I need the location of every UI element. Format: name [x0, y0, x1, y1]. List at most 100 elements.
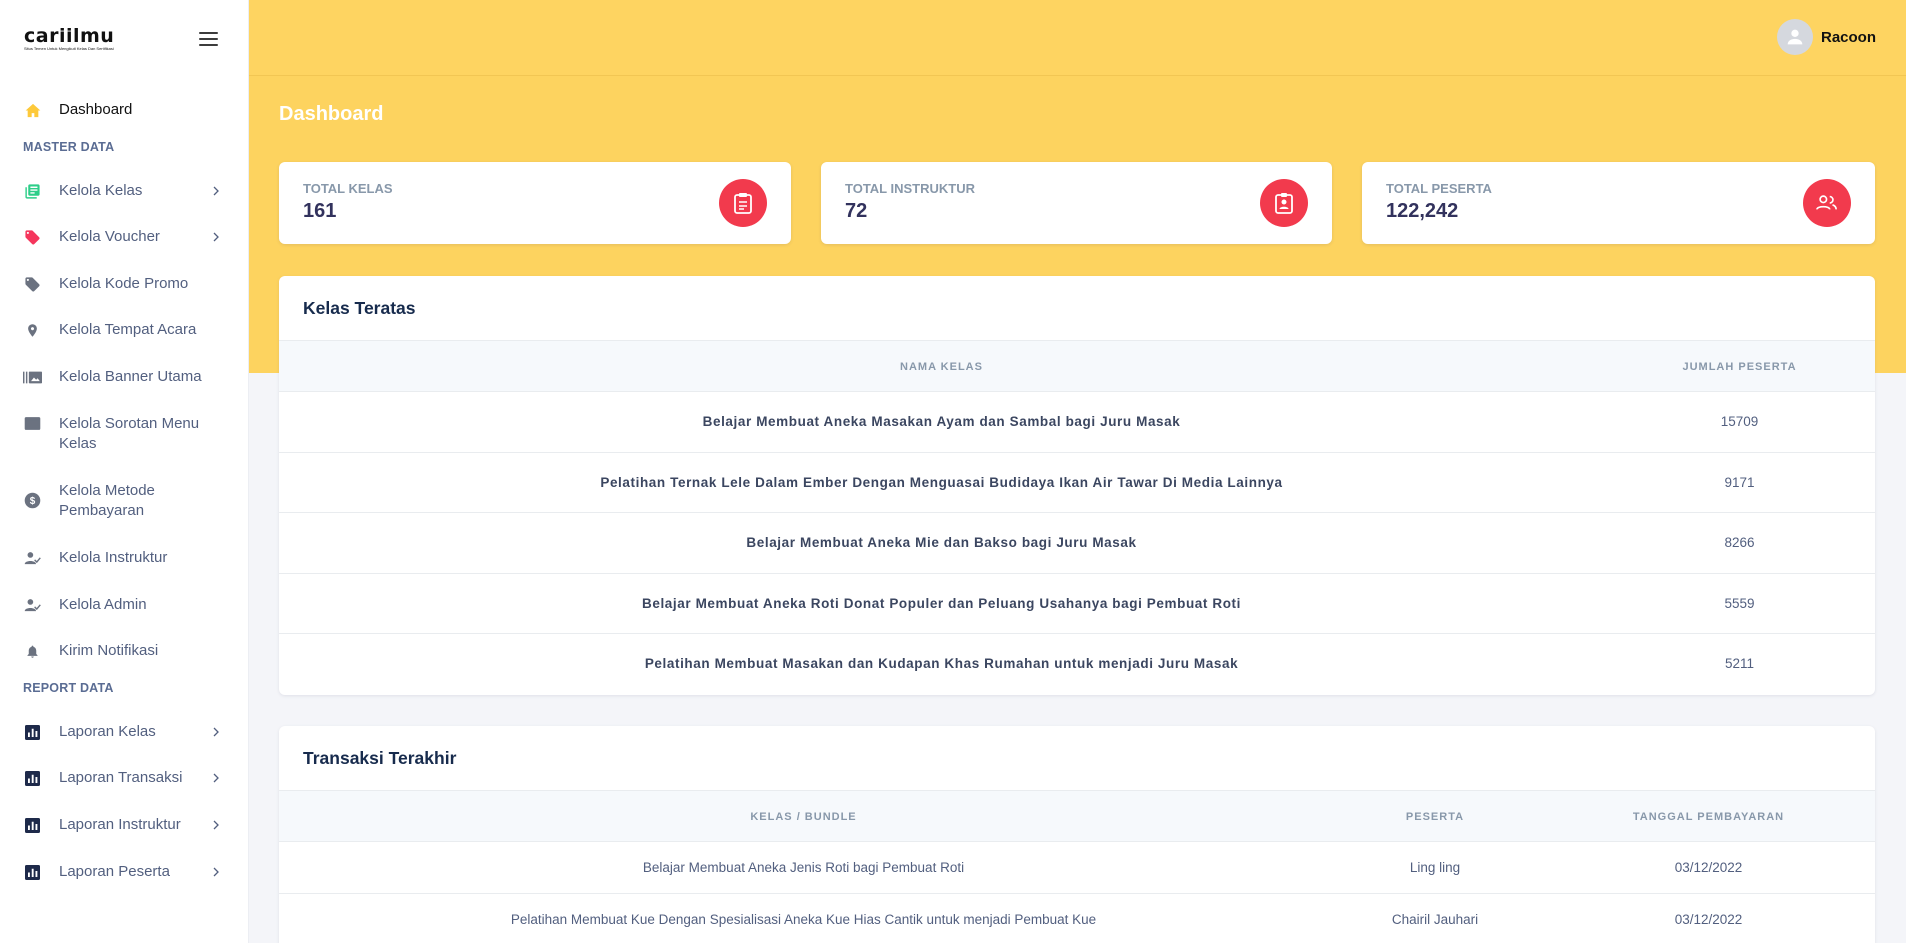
column-header: NAMA KELAS — [900, 361, 983, 373]
sidebar-item-kelola-instruktur[interactable]: Kelola Instruktur — [0, 548, 249, 568]
table-header: KELAS / BUNDLE PESERTA TANGGAL PEMBAYARA… — [279, 790, 1875, 842]
stat-value: 161 — [303, 200, 337, 222]
sidebar-item-kelola-kode-promo[interactable]: Kelola Kode Promo — [0, 274, 249, 294]
participant-count: 5559 — [1724, 596, 1755, 611]
user-icon — [1787, 29, 1803, 45]
sidebar-item-label: Kelola Sorotan Menu Kelas — [59, 415, 200, 452]
sidebar-item-laporan-kelas[interactable]: Laporan Kelas — [0, 722, 249, 742]
table-row[interactable]: Pelatihan Membuat Masakan dan Kudapan Kh… — [279, 634, 1875, 695]
sidebar-item-kelola-voucher[interactable]: Kelola Voucher — [0, 227, 249, 247]
location-pin-icon — [23, 321, 42, 340]
home-icon — [23, 101, 42, 120]
sidebar: cariilmu Situs Temen Untuk Mengikuti Kel… — [0, 0, 249, 943]
participant-name: Ling ling — [1409, 860, 1461, 875]
sidebar-item-label: Kelola Admin — [59, 596, 147, 613]
section-title-master: MASTER DATA — [23, 140, 115, 154]
brand-name: cariilmu — [24, 25, 115, 47]
sidebar-item-label: Kirim Notifikasi — [59, 642, 159, 659]
participant-count: 5211 — [1724, 656, 1755, 671]
class-name: Pelatihan Membuat Masakan dan Kudapan Kh… — [644, 656, 1239, 671]
bell-icon — [23, 642, 42, 661]
chevron-right-icon — [213, 867, 219, 877]
table-row[interactable]: Pelatihan Ternak Lele Dalam Ember Dengan… — [279, 453, 1875, 513]
sidebar-item-label: Kelola Tempat Acara — [59, 321, 197, 338]
users-icon — [1803, 179, 1851, 227]
chart-icon — [23, 863, 42, 882]
sidebar-item-kirim-notifikasi[interactable]: Kirim Notifikasi — [0, 641, 249, 661]
stat-label: TOTAL PESERTA — [1386, 181, 1492, 196]
sidebar-item-label: Kelola Kode Promo — [59, 275, 189, 292]
chevron-right-icon — [213, 727, 219, 737]
sidebar-item-label: Kelola Kelas — [59, 182, 143, 199]
stat-card-total-peserta: TOTAL PESERTA 122,242 — [1362, 162, 1875, 244]
chevron-right-icon — [213, 773, 219, 783]
clipboard-icon — [719, 179, 767, 227]
chart-icon — [23, 723, 42, 742]
sidebar-item-kelola-metode-pembayaran[interactable]: $ Kelola Metode Pembayaran — [0, 481, 249, 521]
book-icon — [23, 182, 42, 201]
sidebar-item-dashboard[interactable]: Dashboard — [0, 100, 249, 120]
table-row[interactable]: Pelatihan Membuat Kue Dengan Spesialisas… — [279, 894, 1875, 943]
tag-icon — [23, 228, 42, 247]
card-title: Kelas Teratas — [303, 298, 416, 318]
class-bundle-name: Belajar Membuat Aneka Jenis Roti bagi Pe… — [642, 860, 965, 875]
sidebar-item-label: Kelola Banner Utama — [59, 368, 202, 385]
stat-label: TOTAL KELAS — [303, 181, 393, 196]
sidebar-item-kelola-kelas[interactable]: Kelola Kelas — [0, 181, 249, 201]
section-title-report: REPORT DATA — [23, 681, 114, 695]
dollar-icon: $ — [23, 491, 42, 510]
sidebar-item-label: Laporan Peserta — [59, 863, 170, 880]
participant-count: 15709 — [1720, 414, 1759, 429]
card-title: Transaksi Terakhir — [303, 748, 457, 768]
menu-toggle-icon[interactable] — [199, 32, 218, 46]
class-name: Belajar Membuat Aneka Roti Donat Populer… — [641, 596, 1241, 611]
brand-logo[interactable]: cariilmu Situs Temen Untuk Mengikuti Kel… — [24, 26, 124, 56]
id-badge-icon — [1260, 179, 1308, 227]
user-menu[interactable]: Racoon — [1776, 19, 1876, 55]
chart-icon — [23, 816, 42, 835]
sidebar-item-kelola-banner-utama[interactable]: Kelola Banner Utama — [0, 367, 249, 387]
chevron-right-icon — [213, 186, 219, 196]
column-header: TANGGAL PEMBAYARAN — [1632, 811, 1785, 823]
sidebar-item-label: Kelola Voucher — [59, 228, 160, 245]
user-name: Racoon — [1820, 28, 1876, 46]
stat-card-total-kelas: TOTAL KELAS 161 — [279, 162, 791, 244]
table-row[interactable]: Belajar Membuat Aneka Masakan Ayam dan S… — [279, 392, 1875, 453]
main-content: Racoon Dashboard TOTAL KELAS 161 TOTAL I… — [249, 0, 1906, 943]
participant-count: 8266 — [1724, 535, 1755, 550]
column-header: KELAS / BUNDLE — [750, 811, 857, 823]
sidebar-item-kelola-admin[interactable]: Kelola Admin — [0, 595, 249, 615]
table-row[interactable]: Belajar Membuat Aneka Roti Donat Populer… — [279, 574, 1875, 634]
table-row[interactable]: Belajar Membuat Aneka Jenis Roti bagi Pe… — [279, 842, 1875, 894]
column-header: PESERTA — [1405, 811, 1465, 823]
class-bundle-name: Pelatihan Membuat Kue Dengan Spesialisas… — [510, 912, 1097, 927]
payment-date: 03/12/2022 — [1674, 860, 1743, 875]
sidebar-item-label: Laporan Transaksi — [59, 769, 183, 786]
recent-transactions-card: Transaksi Terakhir KELAS / BUNDLE PESERT… — [279, 726, 1875, 943]
user-check-icon — [23, 549, 42, 568]
class-name: Belajar Membuat Aneka Masakan Ayam dan S… — [702, 414, 1181, 429]
table-row[interactable]: Belajar Membuat Aneka Mie dan Bakso bagi… — [279, 513, 1875, 574]
chevron-right-icon — [213, 820, 219, 830]
sidebar-item-laporan-peserta[interactable]: Laporan Peserta — [0, 862, 249, 882]
column-header: JUMLAH PESERTA — [1682, 361, 1797, 373]
avatar — [1776, 19, 1813, 55]
participant-count: 9171 — [1724, 475, 1755, 490]
stat-label: TOTAL INSTRUKTUR — [845, 181, 975, 196]
brand-tagline: Situs Temen Untuk Mengikuti Kelas Dan Se… — [24, 46, 114, 51]
sidebar-item-laporan-instruktur[interactable]: Laporan Instruktur — [0, 815, 249, 835]
sidebar-item-kelola-sorotan-menu-kelas[interactable]: Kelola Sorotan Menu Kelas — [0, 414, 249, 454]
sidebar-item-laporan-transaksi[interactable]: Laporan Transaksi — [0, 768, 249, 788]
top-navbar: Racoon — [249, 0, 1906, 76]
page-title: Dashboard — [279, 103, 384, 125]
sidebar-item-label: Laporan Instruktur — [59, 816, 181, 833]
gallery-icon — [23, 368, 42, 387]
top-classes-card: Kelas Teratas NAMA KELAS JUMLAH PESERTA … — [279, 276, 1875, 695]
participant-name: Chairil Jauhari — [1391, 912, 1479, 927]
sidebar-item-label: Laporan Kelas — [59, 723, 156, 740]
stat-value: 122,242 — [1386, 200, 1459, 222]
stat-card-total-instruktur: TOTAL INSTRUKTUR 72 — [821, 162, 1332, 244]
sidebar-item-label: Kelola Instruktur — [59, 549, 168, 566]
stat-value: 72 — [845, 200, 868, 222]
sidebar-item-kelola-tempat-acara[interactable]: Kelola Tempat Acara — [0, 320, 249, 340]
